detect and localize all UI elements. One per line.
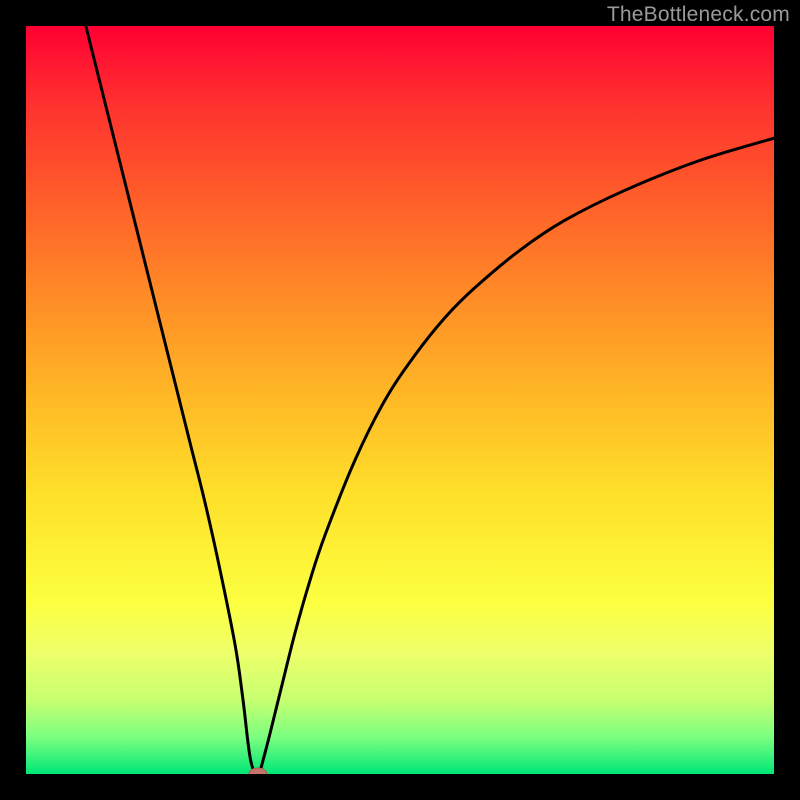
- chart-frame: TheBottleneck.com: [0, 0, 800, 800]
- watermark-text: TheBottleneck.com: [607, 3, 790, 27]
- plot-gradient-background: [26, 26, 774, 774]
